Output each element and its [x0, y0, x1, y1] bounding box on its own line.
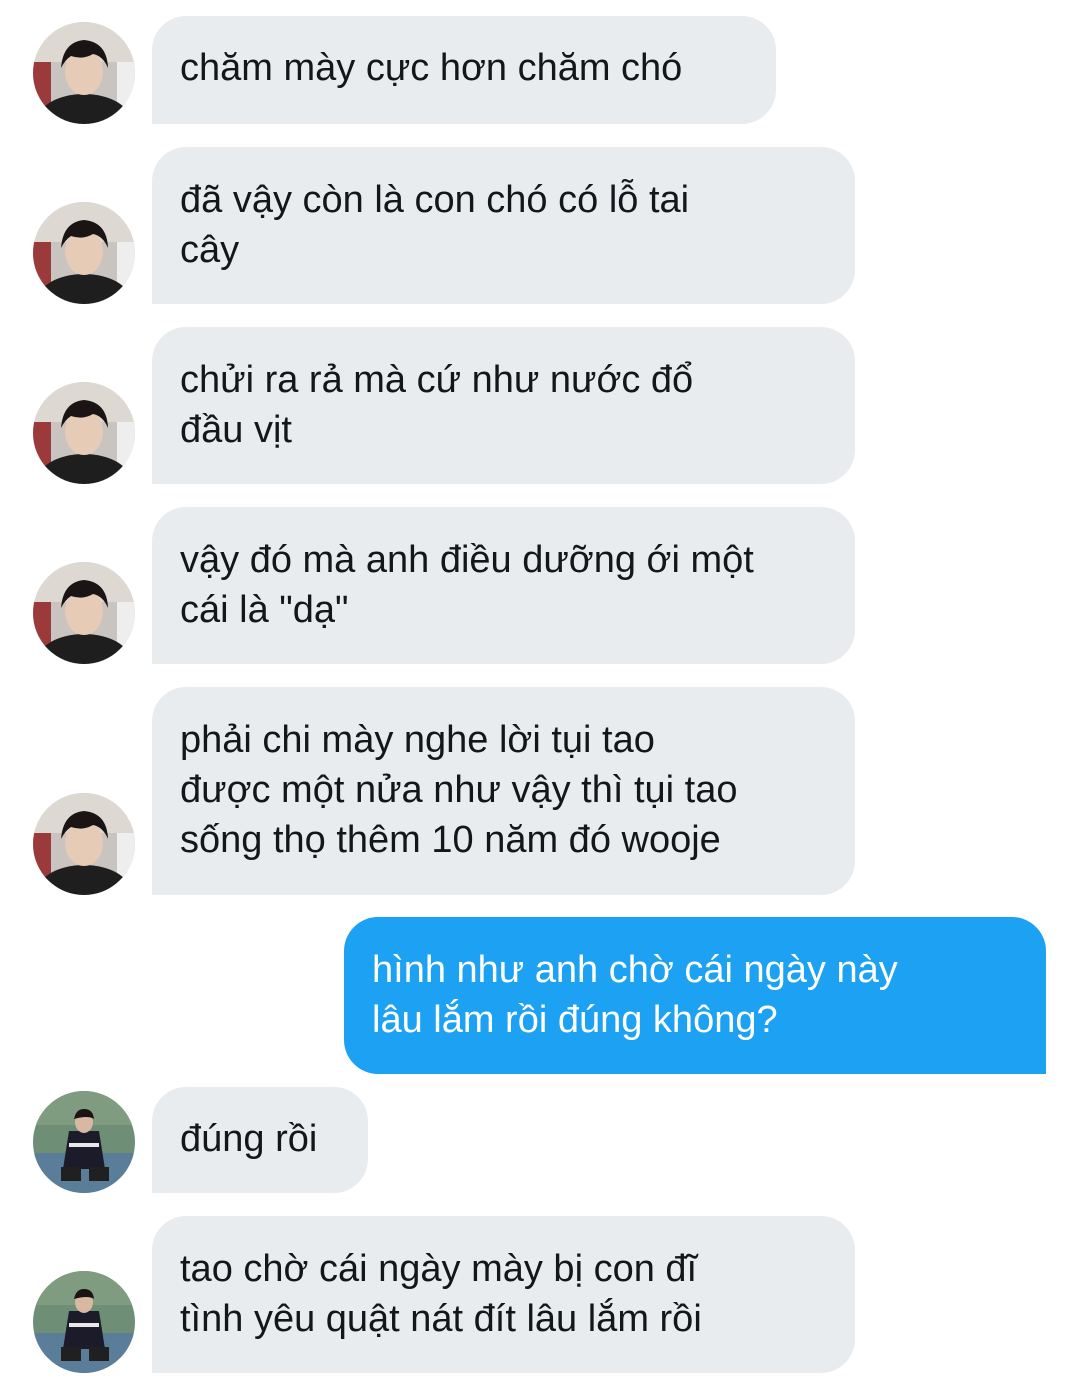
- message-row: đã vậy còn là con chó có lỗ tai cây: [0, 147, 1080, 304]
- avatar-2-icon[interactable]: [33, 1091, 135, 1193]
- avatar-1-icon[interactable]: [33, 793, 135, 895]
- avatar-1-icon[interactable]: [33, 22, 135, 124]
- message-bubble[interactable]: đúng rồi: [152, 1087, 368, 1193]
- message-bubble[interactable]: tao chờ cái ngày mày bị con đĩ tình yêu …: [152, 1216, 855, 1373]
- message-row: hình như anh chờ cái ngày này lâu lắm rồ…: [0, 917, 1080, 1074]
- message-row: chăm mày cực hơn chăm chó: [0, 16, 1080, 124]
- sent-message-bubble[interactable]: hình như anh chờ cái ngày này lâu lắm rồ…: [344, 917, 1046, 1074]
- avatar-2-icon[interactable]: [33, 1271, 135, 1373]
- message-row: phải chi mày nghe lời tụi tao được một n…: [0, 687, 1080, 895]
- message-bubble[interactable]: đã vậy còn là con chó có lỗ tai cây: [152, 147, 855, 304]
- message-bubble[interactable]: vậy đó mà anh điều dưỡng ới một cái là "…: [152, 507, 855, 664]
- message-bubble[interactable]: chăm mày cực hơn chăm chó: [152, 16, 776, 124]
- message-row: đúng rồi: [0, 1087, 1080, 1193]
- message-row: chửi ra rả mà cứ như nước đổ đầu vịt: [0, 327, 1080, 484]
- message-bubble[interactable]: chửi ra rả mà cứ như nước đổ đầu vịt: [152, 327, 855, 484]
- message-bubble[interactable]: phải chi mày nghe lời tụi tao được một n…: [152, 687, 855, 895]
- avatar-1-icon[interactable]: [33, 382, 135, 484]
- avatar-1-icon[interactable]: [33, 202, 135, 304]
- message-row: tao chờ cái ngày mày bị con đĩ tình yêu …: [0, 1216, 1080, 1373]
- message-row: vậy đó mà anh điều dưỡng ới một cái là "…: [0, 507, 1080, 664]
- avatar-1-icon[interactable]: [33, 562, 135, 664]
